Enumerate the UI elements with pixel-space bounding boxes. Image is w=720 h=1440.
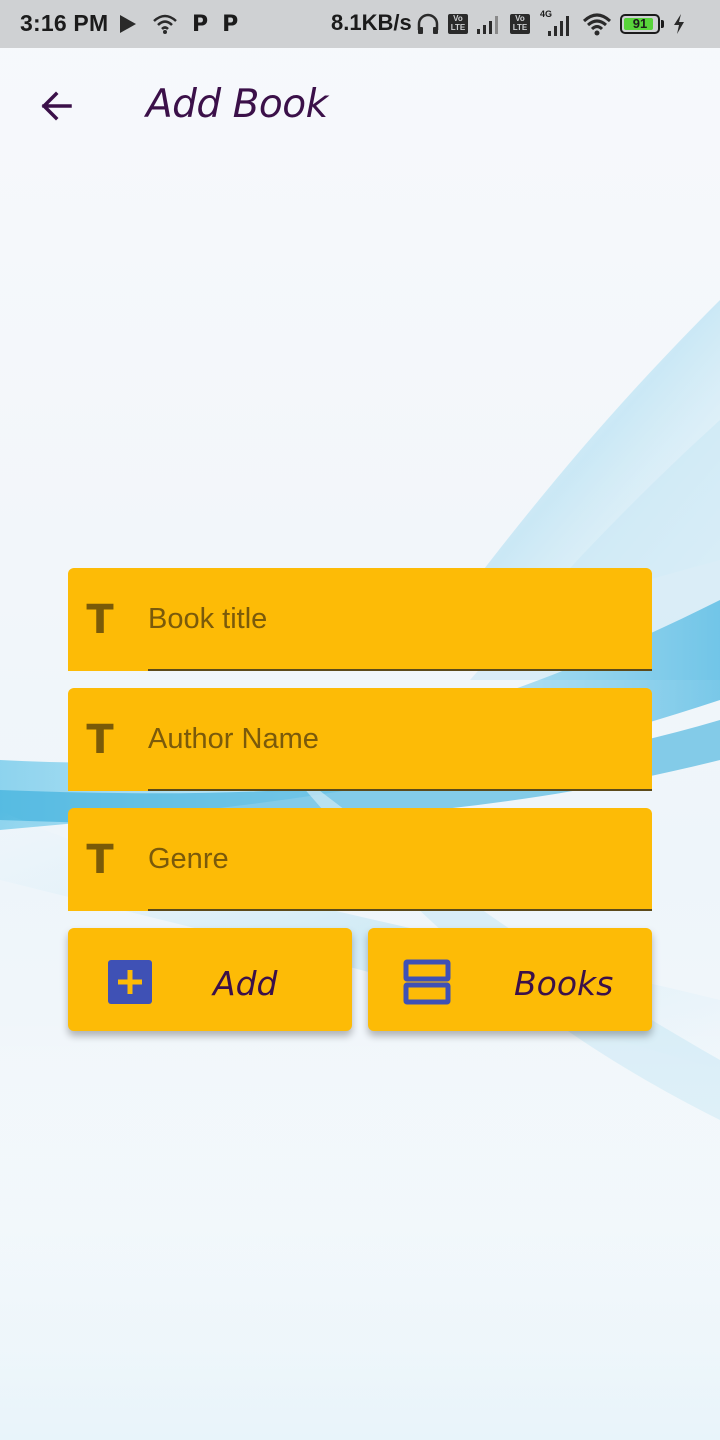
wifi-sync-icon	[153, 14, 177, 34]
book-title-input[interactable]	[148, 568, 652, 671]
add-box-icon	[108, 960, 152, 1004]
view-list-icon	[403, 959, 451, 1005]
headphones-icon	[417, 13, 439, 34]
charging-icon	[674, 14, 684, 34]
p-icon: P	[222, 11, 239, 37]
network-speed: 8.1KB/s	[331, 10, 412, 35]
arrow-left-icon	[41, 91, 72, 121]
play-icon	[120, 15, 136, 33]
battery-icon: 91	[620, 14, 660, 34]
add-button[interactable]: Add	[68, 928, 352, 1031]
signal-icon	[477, 16, 498, 34]
status-bar: 3:16 PM P P 8.1KB/s Vo LTE Vo LTE 4G 91	[0, 0, 720, 48]
status-time: 3:16 PM	[20, 10, 109, 36]
text-t-icon: T	[86, 837, 114, 883]
field-underline	[148, 669, 652, 671]
page-title: Add Book	[146, 82, 328, 127]
back-button[interactable]	[28, 78, 84, 134]
text-t-icon: T	[86, 597, 114, 643]
p-icon: P	[192, 11, 209, 37]
books-button-label: Books	[514, 964, 614, 1003]
genre-field[interactable]: T	[68, 808, 652, 911]
battery-tip	[661, 20, 664, 28]
wifi-icon	[582, 13, 612, 36]
text-t-icon: T	[86, 717, 114, 763]
genre-input[interactable]	[148, 808, 652, 911]
volte-icon: Vo LTE	[510, 14, 530, 34]
field-underline	[148, 789, 652, 791]
4g-signal-icon: 4G	[538, 9, 574, 37]
books-button[interactable]: Books	[368, 928, 652, 1031]
status-right-icons: Vo LTE Vo LTE 4G 91	[416, 9, 686, 39]
app-bar: Add Book	[0, 48, 720, 160]
author-name-input[interactable]	[148, 688, 652, 791]
battery-percent: 91	[632, 16, 648, 31]
volte-icon: Vo LTE	[448, 14, 468, 34]
status-left-icons: P P	[118, 10, 238, 38]
field-underline	[148, 909, 652, 911]
book-title-field[interactable]: T	[68, 568, 652, 671]
author-name-field[interactable]: T	[68, 688, 652, 791]
add-button-label: Add	[213, 964, 278, 1003]
